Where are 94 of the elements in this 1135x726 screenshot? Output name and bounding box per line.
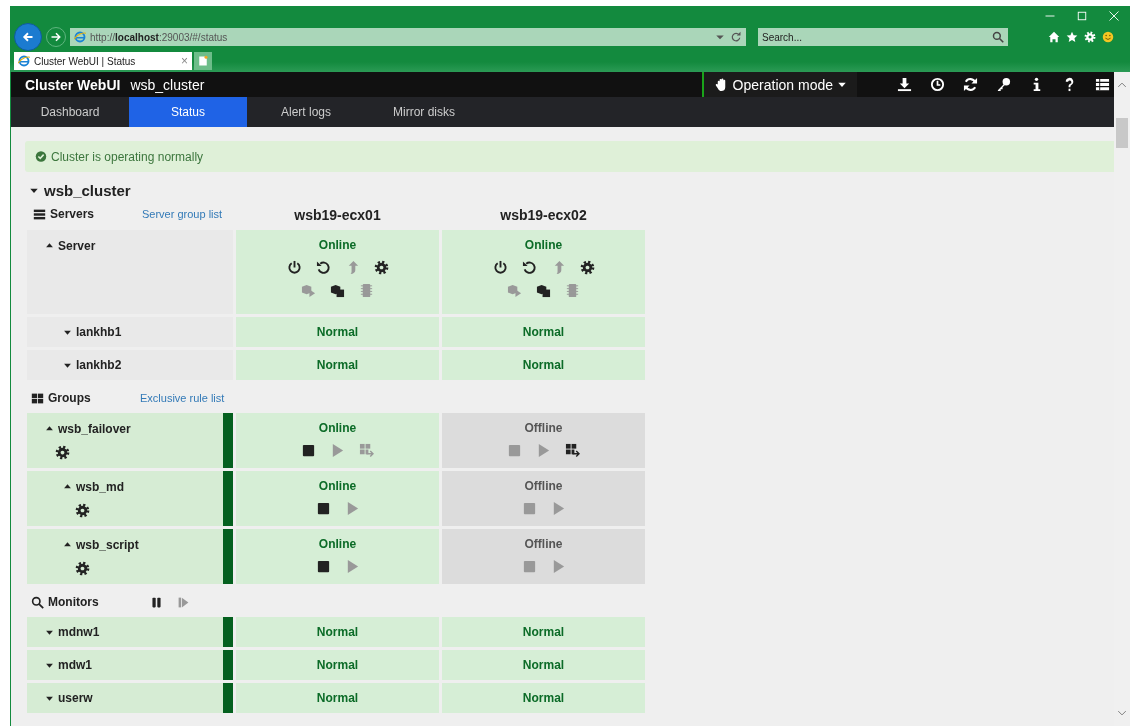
- operation-mode-button[interactable]: Operation mode: [701, 72, 857, 97]
- column-header: wsb19-ecx01: [293, 206, 382, 225]
- nav-tab[interactable]: Dashboard: [11, 97, 129, 127]
- row-name: Server: [58, 238, 96, 253]
- reload-icon[interactable]: [730, 31, 742, 43]
- status-text: Normal: [522, 625, 565, 639]
- key-icon[interactable]: [996, 77, 1011, 92]
- status-text: Normal: [316, 658, 359, 672]
- status-text: Normal: [522, 658, 565, 672]
- cubes-icon[interactable]: [330, 283, 345, 298]
- status-text: Normal: [316, 625, 359, 639]
- app-title: Cluster WebUI: [24, 76, 122, 93]
- status-text: Normal: [316, 358, 359, 372]
- row-name: lankhb2: [76, 358, 122, 372]
- row-name: mdnw1: [58, 625, 100, 639]
- arrow-left-icon: [22, 31, 34, 43]
- smiley-icon[interactable]: [1102, 31, 1114, 43]
- scrollbar[interactable]: [1114, 72, 1130, 726]
- status-text: Offline: [524, 479, 563, 493]
- clock-icon[interactable]: [930, 77, 945, 92]
- power-icon[interactable]: [492, 260, 508, 275]
- settings-icon[interactable]: [373, 260, 389, 275]
- status-text: Offline: [524, 421, 563, 435]
- status-text: Online: [524, 238, 563, 252]
- status-text: Normal: [316, 325, 359, 339]
- status-bar: [223, 413, 233, 468]
- settings-icon[interactable]: [579, 260, 595, 275]
- status-text: Online: [318, 421, 357, 435]
- status-text: Normal: [316, 691, 359, 705]
- globe-icon: [18, 55, 30, 67]
- back-button[interactable]: [14, 23, 42, 51]
- address-bar[interactable]: http://localhost:29003/#/status: [70, 28, 746, 46]
- section-link[interactable]: Exclusive rule list: [140, 392, 225, 404]
- section-link[interactable]: Server group list: [142, 208, 223, 220]
- status-text: Online: [318, 479, 357, 493]
- globe-icon: [74, 31, 86, 43]
- status-text: Normal: [522, 691, 565, 705]
- move-icon[interactable]: [565, 443, 580, 458]
- settings-icon[interactable]: [55, 445, 70, 460]
- stop-icon[interactable]: [301, 443, 316, 458]
- stop-icon[interactable]: [315, 501, 331, 516]
- close-icon[interactable]: [1108, 10, 1120, 22]
- status-bar: [223, 617, 233, 647]
- restart-icon[interactable]: [521, 260, 537, 275]
- cluster-name: wsb_cluster: [130, 76, 206, 93]
- status-text: Offline: [524, 537, 563, 551]
- column-header: wsb19-ecx02: [499, 206, 588, 225]
- section-title: Servers: [50, 207, 96, 221]
- nav-tab[interactable]: Alert logs: [247, 97, 365, 127]
- arrow-right-icon: [50, 31, 62, 43]
- address-text: http://localhost:29003/#/status: [90, 31, 228, 43]
- power-icon[interactable]: [286, 260, 302, 275]
- nav-tab[interactable]: Status: [129, 97, 247, 127]
- restart-icon[interactable]: [315, 260, 331, 275]
- row-name: userw: [58, 691, 93, 705]
- status-text: Online: [318, 238, 357, 252]
- search-field[interactable]: Search...: [758, 28, 1008, 46]
- row-name: wsb_md: [76, 479, 124, 494]
- section-title: Monitors: [48, 595, 100, 609]
- status-bar: [223, 683, 233, 713]
- page-icon: [197, 55, 209, 67]
- status-text: Online: [318, 537, 357, 551]
- cluster-title: wsb_cluster: [44, 181, 131, 199]
- settings-icon[interactable]: [75, 561, 90, 576]
- scroll-down-icon[interactable]: [1116, 708, 1128, 718]
- list-icon[interactable]: [1095, 77, 1110, 92]
- maximize-icon[interactable]: [1076, 10, 1088, 22]
- search-icon[interactable]: [992, 31, 1004, 43]
- status-bar: [223, 650, 233, 680]
- star-icon[interactable]: [1066, 31, 1078, 43]
- browser-tab[interactable]: Cluster WebUI | Status ×: [14, 52, 192, 70]
- row-name: wsb_script: [76, 537, 139, 552]
- status-text: Normal: [522, 325, 565, 339]
- scroll-thumb[interactable]: [1116, 118, 1128, 148]
- download-icon[interactable]: [897, 77, 912, 92]
- tab-close[interactable]: ×: [181, 54, 188, 68]
- status-bar: [223, 471, 233, 526]
- section-title: Groups: [48, 391, 92, 405]
- cubes-icon[interactable]: [536, 283, 551, 298]
- row-name: lankhb1: [76, 325, 122, 339]
- search-icon: [31, 594, 44, 610]
- row-name: mdw1: [58, 658, 92, 672]
- alert-text: Cluster is operating normally: [51, 149, 204, 164]
- row-name: wsb_failover: [58, 421, 131, 436]
- home-icon[interactable]: [1048, 31, 1060, 43]
- status-text: Normal: [522, 358, 565, 372]
- check-circle-icon: [35, 149, 47, 164]
- settings-icon[interactable]: [75, 503, 90, 518]
- stop-icon[interactable]: [315, 559, 331, 574]
- tab-title: Cluster WebUI | Status: [34, 55, 137, 67]
- status-bar: [223, 529, 233, 584]
- nav-tab[interactable]: Mirror disks: [365, 97, 483, 127]
- scroll-up-icon[interactable]: [1116, 80, 1128, 90]
- refresh-icon[interactable]: [963, 77, 978, 92]
